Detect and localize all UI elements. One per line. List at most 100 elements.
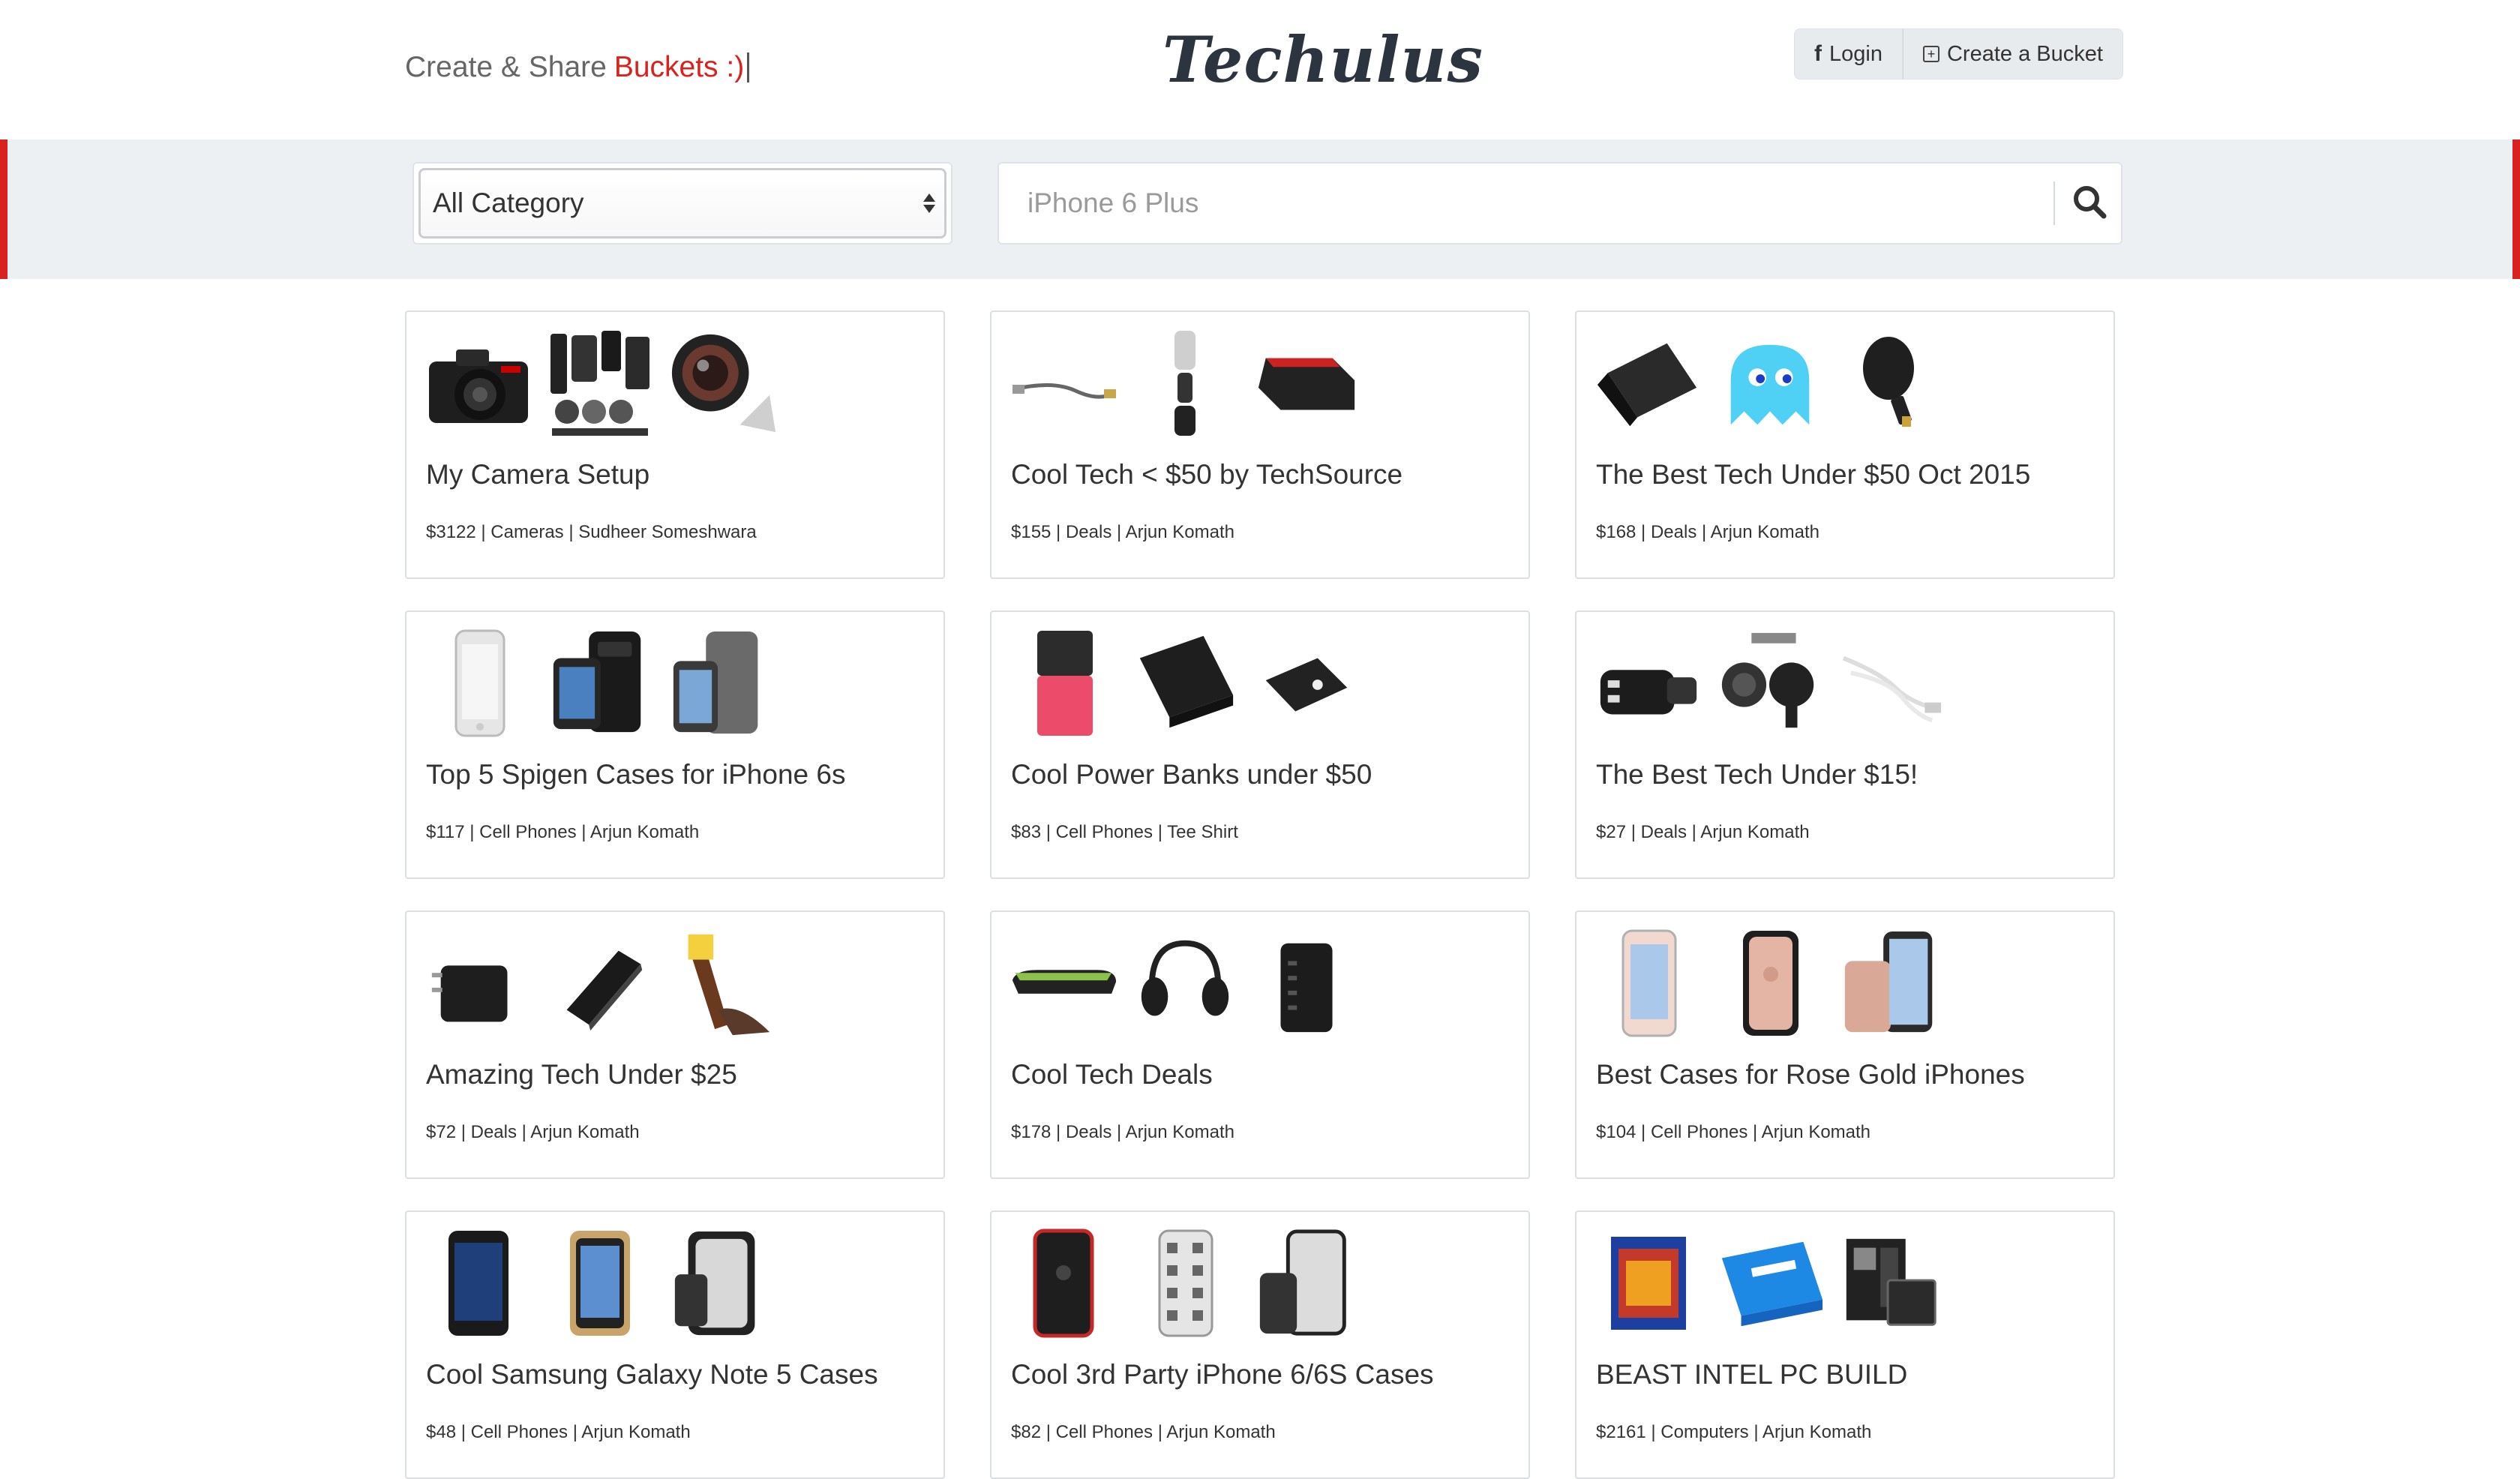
category-selected-value: All Category: [433, 188, 584, 218]
bucket-title[interactable]: Best Cases for Rose Gold iPhones: [1596, 1059, 2025, 1090]
bucket-thumbnails: [1008, 926, 1362, 1042]
select-arrows-icon: [923, 194, 935, 213]
auth-button-group: f Login + Create a Bucket: [1794, 28, 2123, 80]
bucket-meta: $168 | Deals | Arjun Komath: [1596, 522, 1820, 542]
bucket-card[interactable]: BEAST INTEL PC BUILD $2161 | Computers |…: [1575, 1210, 2115, 1479]
wireless-charger-stand-image: [1593, 326, 1704, 442]
headphones-image: [1130, 926, 1240, 1042]
intel-cpu-box-image: [1593, 1226, 1704, 1342]
search-input[interactable]: [999, 164, 2054, 243]
torch-light-image: [666, 926, 777, 1042]
chromecast-image: [1836, 326, 1947, 442]
bucket-thumbnails: [1593, 326, 1947, 442]
red-bumper-case-image: [1008, 1226, 1119, 1342]
bucket-card[interactable]: Best Cases for Rose Gold iPhones $104 | …: [1575, 910, 2115, 1179]
category-select-wrapper: All Category: [412, 162, 952, 244]
bucket-thumbnails: [1593, 926, 1947, 1042]
bucket-meta: $72 | Deals | Arjun Komath: [426, 1122, 640, 1142]
search-icon: [2072, 184, 2108, 224]
usb-gadget-image: [1130, 326, 1240, 442]
compact-power-bank-image: [1251, 626, 1362, 742]
bucket-title[interactable]: The Best Tech Under $50 Oct 2015: [1596, 459, 2030, 490]
bucket-card[interactable]: Amazing Tech Under $25 $72 | Deals | Arj…: [405, 910, 945, 1179]
bucket-card[interactable]: The Best Tech Under $15! $27 | Deals | A…: [1575, 610, 2115, 879]
black-note-case-image: [423, 1226, 534, 1342]
rose-gold-armor-case-image: [1836, 926, 1947, 1042]
bucket-thumbnails: [1008, 326, 1362, 442]
create-bucket-label: Create a Bucket: [1946, 41, 2103, 66]
rugged-iphone-case-image: [544, 626, 656, 742]
bucket-card[interactable]: My Camera Setup $3122 | Cameras | Sudhee…: [405, 310, 945, 579]
search-field-wrapper: [998, 162, 2122, 244]
ssd-box-image: [1714, 1226, 1826, 1342]
category-select[interactable]: All Category: [418, 168, 946, 238]
clear-bumper-case-image: [1251, 1226, 1362, 1342]
magnetic-mount-image: [1714, 626, 1826, 742]
bucket-thumbnails: [1593, 626, 1947, 742]
bucket-thumbnails: [1008, 626, 1362, 742]
cable-image: [1008, 326, 1119, 442]
bucket-meta: $155 | Deals | Arjun Komath: [1011, 522, 1234, 542]
bucket-meta: $83 | Cell Phones | Tee Shirt: [1011, 822, 1238, 842]
bucket-title[interactable]: Top 5 Spigen Cases for iPhone 6s: [426, 759, 845, 790]
rose-gold-tough-case-image: [1714, 926, 1826, 1042]
bucket-card[interactable]: Cool Tech Deals $178 | Deals | Arjun Kom…: [990, 910, 1530, 1179]
pink-power-bank-image: [1008, 626, 1119, 742]
obd-adapter-image: [1251, 326, 1362, 442]
bucket-card[interactable]: Cool Tech < $50 by TechSource $155 | Dea…: [990, 310, 1530, 579]
site-header: Create & Share Buckets :) Techulus f Log…: [0, 0, 2520, 138]
bucket-meta: $3122 | Cameras | Sudheer Someshwara: [426, 522, 757, 542]
bucket-meta: $82 | Cell Phones | Arjun Komath: [1011, 1422, 1276, 1442]
gold-note-case-image: [544, 1226, 656, 1342]
bucket-card[interactable]: Top 5 Spigen Cases for iPhone 6s $117 | …: [405, 610, 945, 879]
bluetooth-speaker-image: [1008, 926, 1119, 1042]
camera-accessories-image: [544, 326, 656, 442]
bucket-title[interactable]: BEAST INTEL PC BUILD: [1596, 1359, 1907, 1390]
bucket-meta: $117 | Cell Phones | Arjun Komath: [426, 822, 700, 842]
tagline-prefix: Create & Share: [405, 51, 607, 83]
facebook-icon: f: [1814, 41, 1822, 66]
bucket-meta: $48 | Cell Phones | Arjun Komath: [426, 1422, 691, 1442]
bucket-title[interactable]: My Camera Setup: [426, 459, 650, 490]
bucket-thumbnails: [423, 626, 777, 742]
login-label: Login: [1829, 41, 1882, 66]
bucket-title[interactable]: Cool Tech Deals: [1011, 1059, 1213, 1090]
search-button[interactable]: [2058, 164, 2121, 243]
search-divider: [2054, 182, 2055, 225]
bucket-title[interactable]: Amazing Tech Under $25: [426, 1059, 737, 1090]
bucket-meta: $178 | Deals | Arjun Komath: [1011, 1122, 1234, 1142]
dslr-camera-image: [423, 326, 534, 442]
create-bucket-button[interactable]: + Create a Bucket: [1902, 28, 2123, 80]
site-logo[interactable]: Techulus: [1162, 15, 1484, 105]
typing-caret: [747, 52, 750, 82]
tagline-accent: Buckets :): [614, 51, 745, 83]
clear-note-case-image: [666, 1226, 777, 1342]
login-button[interactable]: f Login: [1794, 28, 1903, 80]
white-cables-image: [1836, 626, 1947, 742]
black-power-bank-image: [1130, 626, 1240, 742]
search-bar: All Category: [0, 140, 2520, 279]
bucket-card[interactable]: Cool 3rd Party iPhone 6/6S Cases $82 | C…: [990, 1210, 1530, 1479]
bucket-thumbnails: [1593, 1226, 1947, 1342]
bucket-grid: My Camera Setup $3122 | Cameras | Sudhee…: [405, 310, 2115, 1479]
bucket-title[interactable]: Cool Power Banks under $50: [1011, 759, 1372, 790]
bucket-title[interactable]: Cool Tech < $50 by TechSource: [1011, 459, 1402, 490]
plus-square-icon: +: [1922, 46, 1940, 62]
bucket-thumbnails: [423, 1226, 777, 1342]
bucket-thumbnails: [1008, 1226, 1362, 1342]
bucket-card[interactable]: The Best Tech Under $50 Oct 2015 $168 | …: [1575, 310, 2115, 579]
bucket-title[interactable]: Cool 3rd Party iPhone 6/6S Cases: [1011, 1359, 1434, 1390]
bucket-thumbnails: [423, 926, 777, 1042]
slim-iphone-case-image: [666, 626, 777, 742]
bucket-thumbnails: [423, 326, 777, 442]
car-charger-image: [1593, 626, 1704, 742]
bucket-title[interactable]: Cool Samsung Galaxy Note 5 Cases: [426, 1359, 878, 1390]
fisheye-lens-image: [666, 326, 777, 442]
bucket-card[interactable]: Cool Power Banks under $50 $83 | Cell Ph…: [990, 610, 1530, 879]
clear-iphone-case-image: [423, 626, 534, 742]
bucket-meta: $2161 | Computers | Arjun Komath: [1596, 1422, 1872, 1442]
bucket-title[interactable]: The Best Tech Under $15!: [1596, 759, 1918, 790]
bucket-meta: $27 | Deals | Arjun Komath: [1596, 822, 1810, 842]
clear-rose-case-image: [1593, 926, 1704, 1042]
bucket-card[interactable]: Cool Samsung Galaxy Note 5 Cases $48 | C…: [405, 1210, 945, 1479]
